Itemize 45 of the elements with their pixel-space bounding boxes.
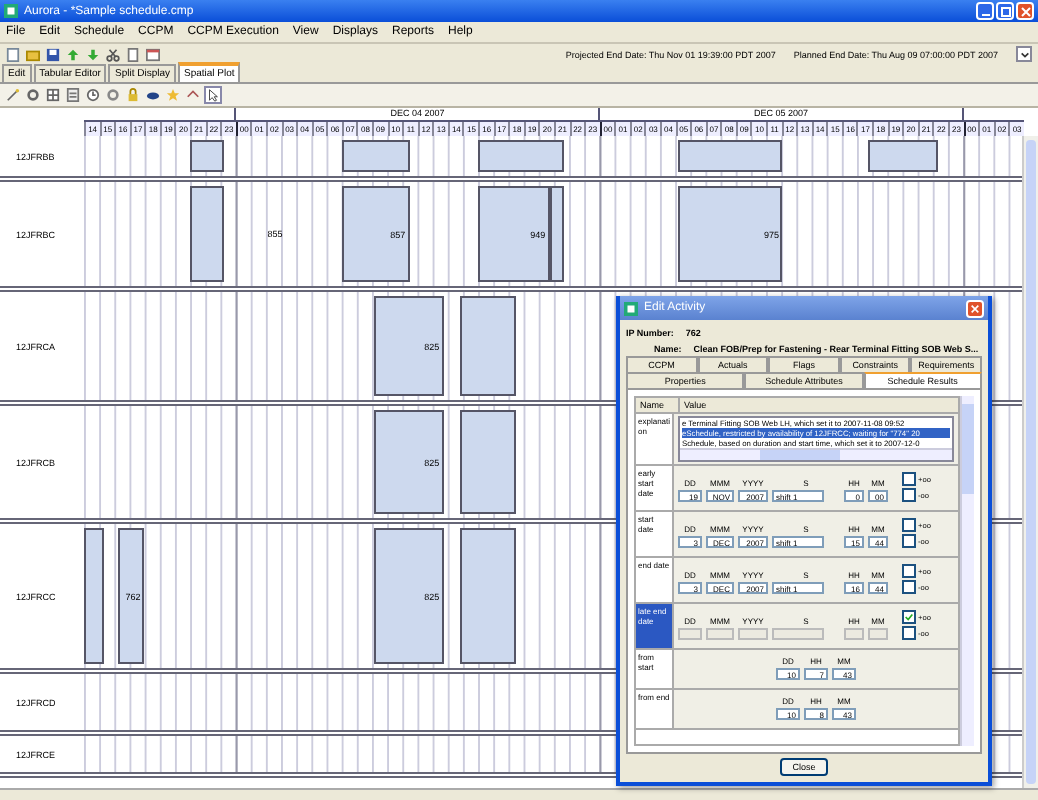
activity-bar[interactable] bbox=[678, 140, 783, 172]
activity-bar[interactable] bbox=[189, 140, 224, 172]
document-icon[interactable] bbox=[126, 47, 140, 61]
close-icon bbox=[1019, 5, 1031, 17]
checkbox[interactable] bbox=[902, 472, 916, 486]
vertical-scrollbar[interactable] bbox=[960, 396, 974, 746]
checkbox[interactable] bbox=[902, 564, 916, 578]
activity-bar[interactable] bbox=[84, 528, 104, 664]
lock-icon[interactable] bbox=[126, 88, 140, 102]
maximize-button[interactable] bbox=[996, 2, 1014, 20]
activity-bar[interactable] bbox=[459, 410, 516, 514]
explanation-text-area[interactable] bbox=[678, 416, 954, 462]
activity-bar[interactable] bbox=[189, 186, 224, 282]
save-icon[interactable] bbox=[46, 47, 60, 61]
checkbox[interactable] bbox=[902, 534, 916, 548]
activity-bar[interactable] bbox=[477, 140, 565, 172]
close-button[interactable] bbox=[966, 299, 984, 317]
list-icon[interactable] bbox=[66, 88, 80, 102]
folder-icon[interactable] bbox=[26, 47, 40, 61]
new-file-icon[interactable] bbox=[6, 47, 20, 61]
checkbox[interactable] bbox=[902, 580, 916, 594]
cursor-icon[interactable] bbox=[206, 88, 220, 102]
star-icon[interactable] bbox=[166, 88, 180, 102]
activity-bar[interactable] bbox=[459, 528, 516, 664]
maximize-icon bbox=[999, 5, 1011, 17]
check-icon bbox=[904, 612, 914, 622]
close-button[interactable] bbox=[1016, 2, 1034, 20]
dropdown-button[interactable] bbox=[1016, 46, 1032, 62]
wand-icon[interactable] bbox=[6, 88, 20, 102]
vertical-scrollbar[interactable] bbox=[1022, 136, 1038, 788]
shape-icon[interactable] bbox=[146, 88, 160, 102]
clock-icon[interactable] bbox=[86, 88, 100, 102]
app-icon bbox=[624, 301, 638, 315]
close-icon bbox=[970, 303, 980, 313]
scissors-icon[interactable] bbox=[106, 47, 120, 61]
minimize-button[interactable] bbox=[976, 2, 994, 20]
window-icon[interactable] bbox=[146, 47, 160, 61]
activity-bar[interactable] bbox=[867, 140, 939, 172]
activity-bar[interactable] bbox=[341, 140, 410, 172]
app-icon bbox=[4, 4, 18, 18]
checkbox[interactable] bbox=[902, 518, 916, 532]
caret-icon bbox=[1019, 49, 1029, 59]
grid-icon[interactable] bbox=[46, 88, 60, 102]
checkbox[interactable] bbox=[902, 488, 916, 502]
activity-bar[interactable] bbox=[459, 296, 516, 396]
